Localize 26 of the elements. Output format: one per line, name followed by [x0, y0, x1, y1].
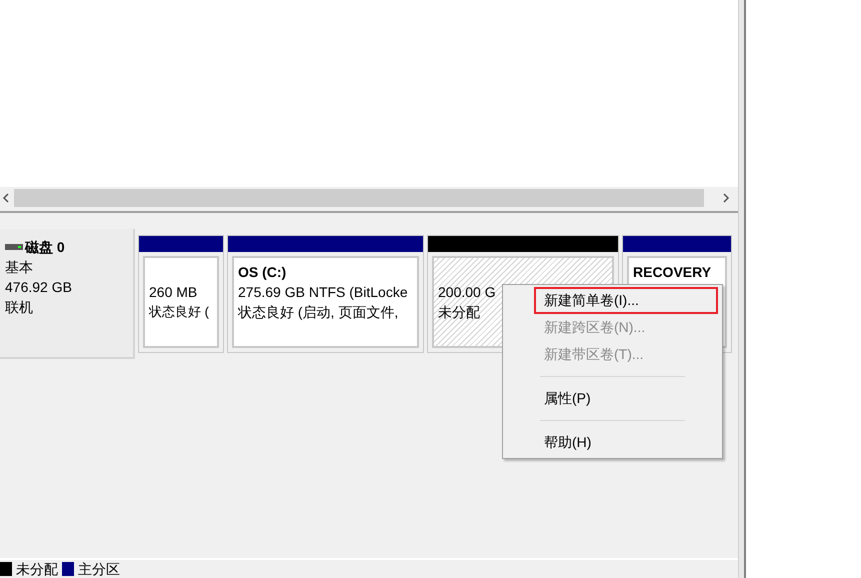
disk-size: 476.92 GB	[5, 278, 73, 297]
partition-title: RECOVERY	[633, 263, 712, 282]
partition-size: 260 MB	[149, 283, 198, 302]
partition-status: 状态良好 (启动, 页面文件,	[238, 303, 398, 322]
menu-item[interactable]: 帮助(H)	[534, 429, 718, 456]
menu-item[interactable]: 新建简单卷(I)...	[534, 287, 718, 314]
partition-status: 状态良好 (	[149, 303, 209, 321]
partition-title: OS (C:)	[238, 263, 286, 282]
partition-block[interactable]: OS (C:) 275.69 GB NTFS (BitLocke 状态良好 (启动, 页面文件,	[227, 235, 424, 353]
partition-size: 200.00 G	[438, 283, 496, 302]
disk-name: 磁盘 0	[25, 238, 65, 257]
menu-item[interactable]: 属性(P)	[534, 385, 718, 412]
partition-status: 未分配	[438, 303, 480, 322]
partition-block[interactable]: 260 MB 状态良好 (	[138, 235, 224, 353]
partition-size: 275.69 GB NTFS (BitLocke	[238, 283, 408, 302]
horizontal-scrollbar[interactable]	[0, 187, 738, 208]
scroll-right-icon[interactable]	[722, 192, 730, 202]
scroll-left-icon[interactable]	[2, 192, 10, 202]
pane-splitter[interactable]	[738, 0, 746, 578]
legend-label: 主分区	[78, 560, 120, 578]
disk-info-panel[interactable]: 磁盘 0 基本 476.92 GB 联机	[0, 229, 135, 359]
legend-label: 未分配	[16, 560, 58, 578]
disk-status: 联机	[5, 298, 34, 317]
disk-type: 基本	[5, 258, 34, 277]
disk-drive-icon	[5, 244, 23, 250]
scrollbar-thumb[interactable]	[14, 188, 704, 206]
